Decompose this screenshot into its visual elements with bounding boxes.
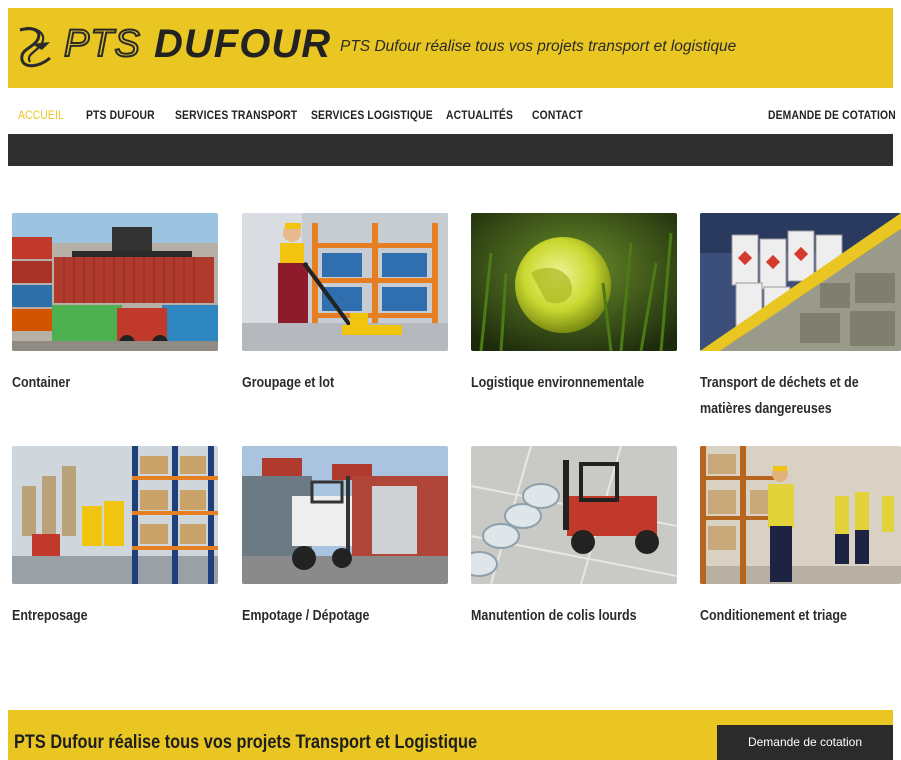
service-title[interactable]: Container [12, 370, 218, 396]
waste-image[interactable] [700, 213, 901, 351]
service-title[interactable]: Entreposage [12, 603, 218, 629]
main-nav: ACCUEIL PTS DUFOUR SERVICES TRANSPORT SE… [8, 100, 896, 132]
globe-image[interactable] [471, 213, 677, 351]
nav-cta-demande-cotation[interactable]: DEMANDE DE COTATION [768, 108, 896, 122]
nav-item-accueil[interactable]: ACCUEIL [18, 108, 64, 122]
logo-text-pts: PTS [63, 22, 141, 66]
banner-text: PTS Dufour réalise tous vos projets Tran… [14, 732, 478, 753]
nav-item-contact[interactable]: CONTACT [532, 108, 583, 122]
container-image[interactable] [12, 213, 218, 351]
site-logo[interactable]: PTS DUFOUR [12, 18, 332, 78]
page: PTS DUFOUR PTS Dufour réalise tous vos p… [0, 0, 901, 760]
logo-swirl-icon [19, 26, 51, 68]
heavy-forklift-image[interactable] [471, 446, 677, 584]
groupage-image[interactable] [242, 213, 448, 351]
nav-item-actualites[interactable]: ACTUALITÉS [446, 108, 513, 122]
nav-dark-bar [8, 134, 893, 166]
site-header: PTS DUFOUR PTS Dufour réalise tous vos p… [8, 8, 893, 88]
service-title[interactable]: Logistique environnementale [471, 370, 677, 396]
banner-cta-button[interactable]: Demande de cotation [717, 725, 893, 760]
nav-item-services-transport[interactable]: SERVICES TRANSPORT [175, 108, 297, 122]
service-title[interactable]: Conditionement et triage [700, 603, 901, 629]
nav-item-pts-dufour[interactable]: PTS DUFOUR [86, 108, 155, 122]
warehouse-image[interactable] [12, 446, 218, 584]
workers-image[interactable] [700, 446, 901, 584]
service-title[interactable]: Manutention de colis lourds [471, 603, 677, 629]
header-tagline: PTS Dufour réalise tous vos projets tran… [340, 38, 737, 55]
service-title[interactable]: Transport de déchets et de matières dang… [700, 370, 901, 422]
nav-item-services-logistique[interactable]: SERVICES LOGISTIQUE [311, 108, 433, 122]
service-title[interactable]: Groupage et lot [242, 370, 448, 396]
service-title[interactable]: Empotage / Dépotage [242, 603, 448, 629]
forklift-container-image[interactable] [242, 446, 448, 584]
logo-text-dufour: DUFOUR [154, 22, 332, 66]
